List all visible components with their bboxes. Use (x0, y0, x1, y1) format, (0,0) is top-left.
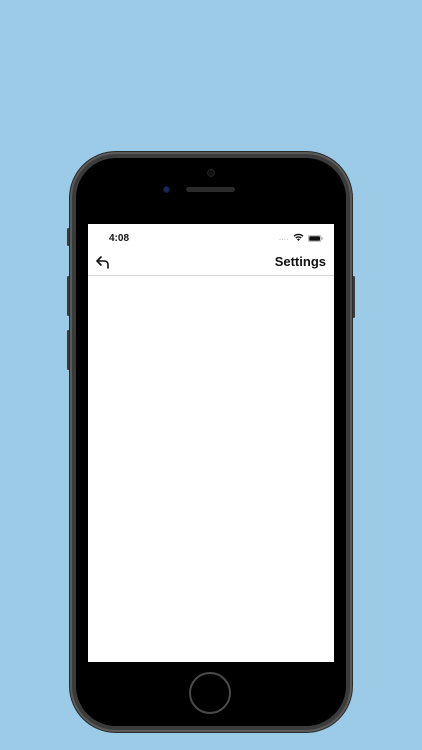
wifi-icon (293, 233, 304, 241)
battery-icon (308, 235, 323, 242)
power-button (352, 276, 355, 318)
phone-screen: 4:08 .... Settings (88, 224, 334, 662)
home-button[interactable] (189, 672, 231, 714)
status-time: 4:08 (109, 233, 130, 244)
navigation-bar: Settings (88, 250, 334, 276)
status-bar: 4:08 .... (88, 224, 334, 250)
back-arrow-icon[interactable] (94, 253, 112, 271)
earpiece-speaker (186, 187, 235, 192)
front-camera (163, 186, 170, 193)
page-title: Settings (274, 254, 326, 269)
proximity-sensor (207, 169, 215, 177)
signal-strength: .... (279, 235, 289, 242)
app-preview: 4:08 .... Settings (0, 0, 422, 750)
settings-content-area (88, 276, 334, 662)
